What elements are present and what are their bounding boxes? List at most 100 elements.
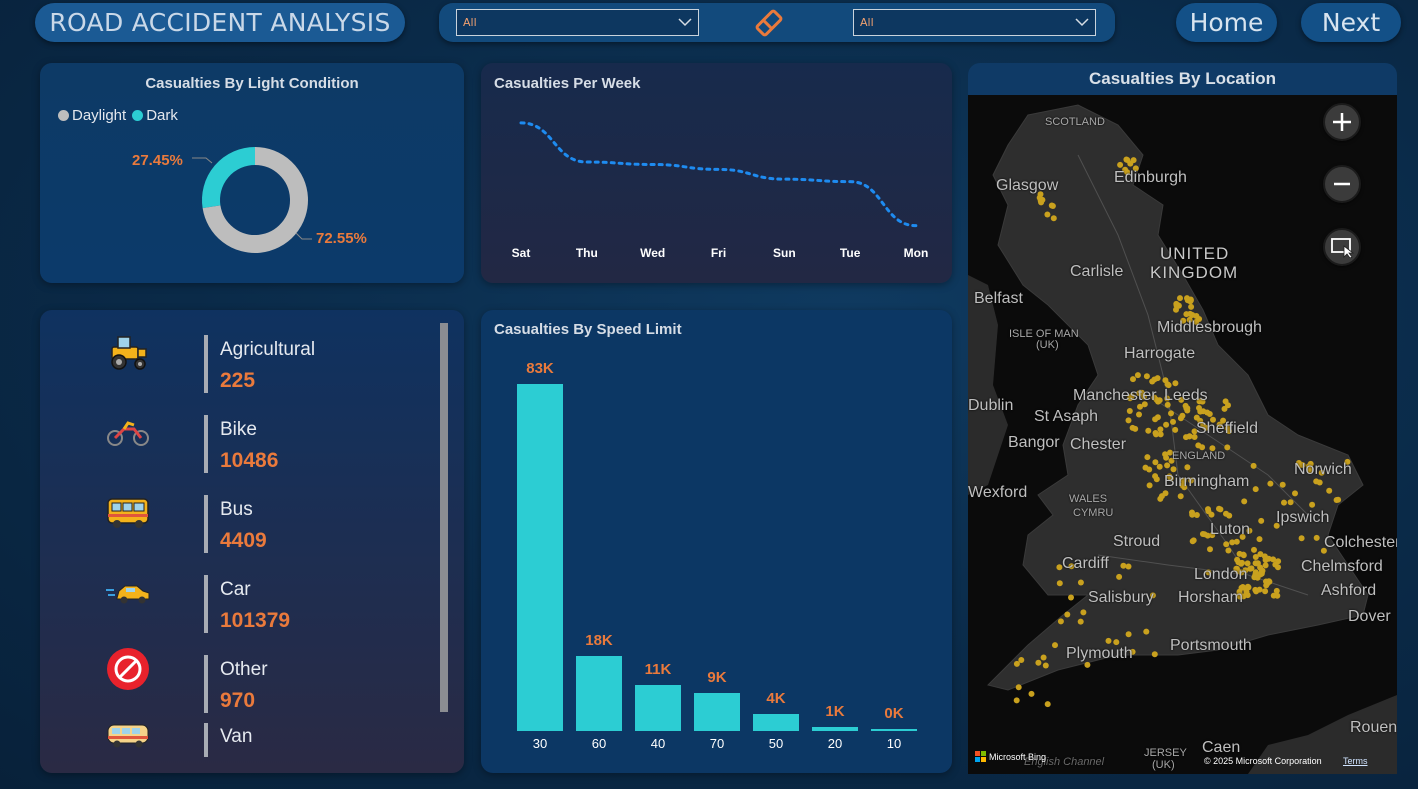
casualty-dot[interactable] <box>1287 499 1294 506</box>
casualty-dot[interactable] <box>1151 651 1158 658</box>
terms-link[interactable]: Terms <box>1343 756 1368 766</box>
casualty-dot[interactable] <box>1309 501 1316 508</box>
casualty-dot[interactable] <box>1313 534 1320 541</box>
casualty-dot[interactable] <box>1236 550 1243 557</box>
casualty-dot[interactable] <box>1223 541 1230 548</box>
casualty-dot[interactable] <box>1207 546 1213 553</box>
map-canvas[interactable]: SCOTLAND Edinburgh Glasgow UNITED KINGDO… <box>968 95 1397 774</box>
casualty-dot[interactable] <box>1224 444 1231 451</box>
casualty-dot[interactable] <box>1142 464 1149 471</box>
filter-dropdown-right[interactable]: All <box>853 9 1096 36</box>
casualty-dot[interactable] <box>1252 486 1259 493</box>
eraser-icon[interactable] <box>752 7 786 39</box>
casualty-dot[interactable] <box>1125 417 1132 424</box>
casualty-dot[interactable] <box>1077 579 1084 586</box>
casualty-dot[interactable] <box>1044 211 1051 218</box>
casualty-dot[interactable] <box>1162 490 1169 497</box>
casualty-dot[interactable] <box>1251 546 1257 553</box>
casualty-dot[interactable] <box>1175 302 1182 309</box>
casualty-dot[interactable] <box>1264 580 1271 587</box>
casualty-dot[interactable] <box>1258 517 1265 524</box>
casualty-dot[interactable] <box>1035 659 1042 666</box>
filter-dropdown-left[interactable]: All <box>456 9 699 36</box>
casualty-dot[interactable] <box>1281 499 1287 506</box>
casualty-dot[interactable] <box>1015 684 1022 691</box>
casualty-dot[interactable] <box>1132 425 1139 432</box>
casualty-dot[interactable] <box>1163 421 1170 428</box>
casualty-dot[interactable] <box>1279 481 1286 488</box>
casualty-dot[interactable] <box>1040 654 1047 661</box>
casualty-dot[interactable] <box>1313 478 1320 485</box>
casualty-dot[interactable] <box>1273 587 1280 594</box>
casualty-dot[interactable] <box>1216 505 1222 512</box>
casualty-dot[interactable] <box>1206 411 1213 417</box>
casualty-dot[interactable] <box>1125 563 1132 570</box>
casualty-dot[interactable] <box>1270 556 1277 563</box>
casualty-dot[interactable] <box>1048 202 1055 209</box>
casualty-dot[interactable] <box>1136 411 1142 418</box>
casualty-dot[interactable] <box>1258 570 1265 577</box>
casualty-dot[interactable] <box>1056 580 1063 587</box>
casualty-dot[interactable] <box>1117 161 1124 168</box>
casualty-dot[interactable] <box>1186 433 1193 440</box>
speed-bar-70[interactable] <box>694 693 740 731</box>
speed-bar-50[interactable] <box>753 714 799 731</box>
casualty-dot[interactable] <box>1292 490 1298 497</box>
casualty-dot[interactable] <box>1326 487 1333 494</box>
casualty-dot[interactable] <box>1042 662 1049 669</box>
casualty-dot[interactable] <box>1144 454 1151 461</box>
casualty-dot[interactable] <box>1134 372 1141 379</box>
casualty-dot[interactable] <box>1080 609 1087 616</box>
casualty-dot[interactable] <box>1222 398 1229 405</box>
casualty-dot[interactable] <box>1120 562 1127 569</box>
casualty-dot[interactable] <box>1223 510 1229 517</box>
casualty-dot[interactable] <box>1126 408 1133 414</box>
casualty-dot[interactable] <box>1272 561 1279 568</box>
zoom-out-button[interactable] <box>1323 165 1361 203</box>
home-button[interactable]: Home <box>1176 3 1277 42</box>
casualty-dot[interactable] <box>1335 496 1342 503</box>
casualty-dot[interactable] <box>1168 410 1174 417</box>
casualty-dot[interactable] <box>1152 473 1159 480</box>
casualty-dot[interactable] <box>1163 454 1170 461</box>
casualty-dot[interactable] <box>1143 373 1150 380</box>
casualty-dot[interactable] <box>1252 569 1259 576</box>
speed-bar-30[interactable] <box>517 384 563 731</box>
casualty-dot[interactable] <box>1298 535 1305 542</box>
casualty-dot[interactable] <box>1028 690 1035 697</box>
casualty-dot[interactable] <box>1172 426 1179 433</box>
casualty-dot[interactable] <box>1105 637 1112 644</box>
casualty-dot[interactable] <box>1064 611 1071 618</box>
casualty-dot[interactable] <box>1262 562 1269 569</box>
casualty-dot[interactable] <box>1154 414 1161 421</box>
casualty-dot[interactable] <box>1177 295 1183 302</box>
casualty-dot[interactable] <box>1177 415 1184 422</box>
casualty-dot[interactable] <box>1267 480 1274 487</box>
casualty-dot[interactable] <box>1187 298 1194 305</box>
casualty-dot[interactable] <box>1013 660 1020 667</box>
casualty-dot[interactable] <box>1143 628 1150 635</box>
casualty-dot[interactable] <box>1156 463 1163 470</box>
speed-bar-20[interactable] <box>812 726 858 731</box>
casualty-dot[interactable] <box>1243 586 1250 593</box>
speed-bar-40[interactable] <box>635 685 681 731</box>
casualty-dot[interactable] <box>1145 427 1152 434</box>
casualty-dot[interactable] <box>1157 495 1164 502</box>
casualty-dot[interactable] <box>1184 464 1191 471</box>
casualty-dot[interactable] <box>1164 462 1171 469</box>
casualty-dot[interactable] <box>1130 376 1136 383</box>
casualty-dot[interactable] <box>1172 380 1179 387</box>
speed-bar-60[interactable] <box>576 655 622 731</box>
casualty-dot[interactable] <box>1177 493 1184 500</box>
casualty-dot[interactable] <box>1116 573 1123 580</box>
casualty-dot[interactable] <box>1068 594 1074 601</box>
zoom-in-button[interactable] <box>1323 103 1361 141</box>
casualty-dot[interactable] <box>1235 559 1242 566</box>
casualty-dot[interactable] <box>1052 642 1058 649</box>
casualty-dot[interactable] <box>1125 631 1132 638</box>
casualty-dot[interactable] <box>1256 586 1263 593</box>
casualty-dot[interactable] <box>1241 498 1248 505</box>
casualty-dot[interactable] <box>1170 418 1176 425</box>
casualty-dot[interactable] <box>1170 466 1177 473</box>
casualty-dot[interactable] <box>1189 538 1196 545</box>
